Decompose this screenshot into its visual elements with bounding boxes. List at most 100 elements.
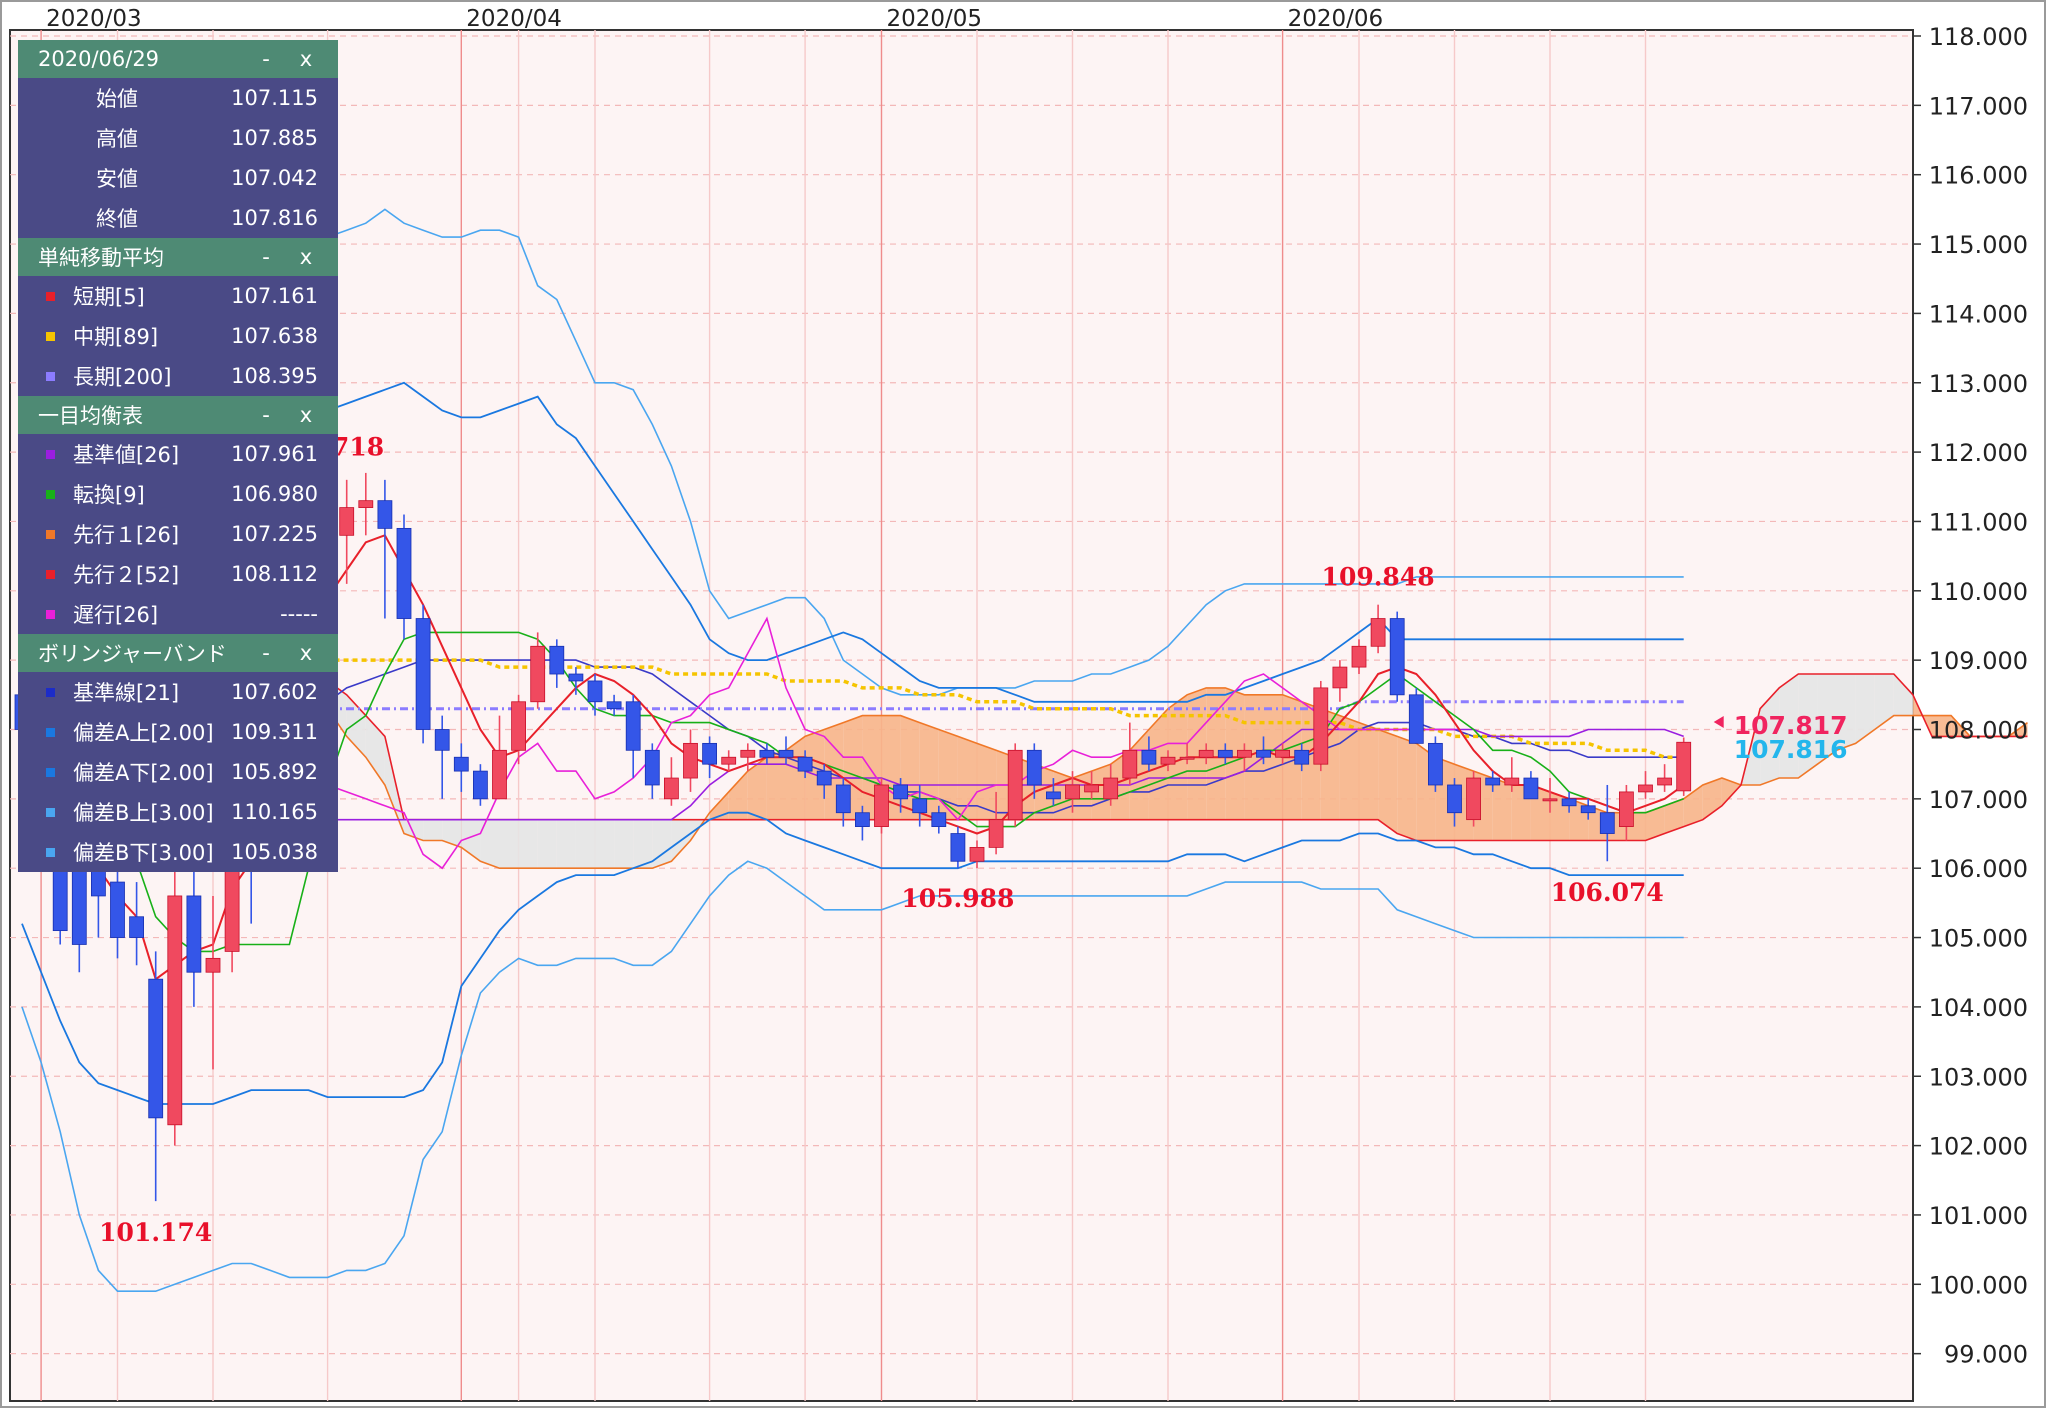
candle-body <box>778 749 794 758</box>
y-tick-label: 103.000 <box>1929 1063 2028 1091</box>
y-tick-label: 102.000 <box>1929 1133 2028 1161</box>
panel-row-label: 転換[9] <box>73 483 145 507</box>
panel-row: 基準値[26] 107.961 <box>18 434 338 474</box>
y-tick-label: 108.000 <box>1929 717 2028 745</box>
panel-row-value: 108.395 <box>231 364 318 388</box>
candle-body <box>969 846 985 862</box>
panel-section-title: 一目均衡表 <box>38 404 143 428</box>
candle-body <box>759 749 775 758</box>
y-tick-label: 111.000 <box>1929 508 2028 536</box>
close-button[interactable]: x <box>286 245 326 269</box>
minimize-button[interactable]: - <box>246 245 286 269</box>
series-color-swatch <box>46 529 55 539</box>
panel-row: 中期[89] 107.638 <box>18 316 338 356</box>
panel-row-value: 107.602 <box>231 680 318 704</box>
candle-body <box>1179 756 1195 760</box>
candle-body <box>1294 749 1310 765</box>
panel-section-header: 単純移動平均 - x <box>18 238 338 276</box>
candle-body <box>1504 777 1520 786</box>
panel-row-value: 107.885 <box>231 126 318 150</box>
info-panel: 2020/06/29- x 始値 107.115 高値 107.885 安値 107.042 終… <box>18 40 338 872</box>
panel-row-value: 106.980 <box>231 482 318 506</box>
cloud-segment <box>1378 729 1398 834</box>
candle-body <box>568 673 584 682</box>
cloud-segment <box>1492 778 1512 841</box>
y-tick-label: 118.000 <box>1929 23 2028 51</box>
candle-body <box>816 770 832 786</box>
panel-section-header: 2020/06/29 - x <box>18 40 338 78</box>
panel-row-value: 110.165 <box>231 800 318 824</box>
cloud-segment <box>766 750 786 820</box>
panel-row-label: 先行２[52] <box>73 563 180 587</box>
panel-row-value: 107.225 <box>231 522 318 546</box>
candle-body <box>721 756 737 765</box>
panel-row-label: 安値 <box>96 167 138 191</box>
candle-body <box>1103 777 1119 800</box>
candle-body <box>1466 777 1481 821</box>
y-tick-label: 101.000 <box>1929 1202 2028 1230</box>
panel-row: 安値 107.042 <box>18 158 338 198</box>
candle-body <box>167 895 183 1126</box>
y-tick-label: 100.000 <box>1929 1271 2028 1299</box>
candle-body <box>874 784 889 827</box>
panel-row-label: 基準線[21] <box>73 681 180 705</box>
cloud-segment <box>556 819 576 869</box>
candle-body <box>664 777 679 800</box>
panel-row: 偏差A下[2.00] 105.892 <box>18 752 338 792</box>
y-tick-label: 117.000 <box>1929 92 2028 120</box>
candle-body <box>205 957 221 973</box>
cloud-segment <box>537 819 557 869</box>
close-button[interactable]: x <box>286 47 326 71</box>
cloud-segment <box>595 819 615 869</box>
cloud-segment <box>575 819 595 869</box>
x-tick-label: 2020/06 <box>1288 6 1384 32</box>
candle-body <box>1580 805 1596 814</box>
panel-row-value: 107.816 <box>231 206 318 230</box>
candle-body <box>377 500 393 529</box>
candle-body <box>186 895 202 973</box>
cloud-segment <box>1359 722 1379 820</box>
x-tick-label: 2020/03 <box>46 6 142 32</box>
candle-body <box>549 645 565 675</box>
minimize-button[interactable]: - <box>246 403 286 427</box>
cloud-segment <box>518 819 538 869</box>
panel-row: 基準線[21] 107.602 <box>18 672 338 712</box>
series-color-swatch <box>46 569 55 579</box>
panel-row: 短期[5] 107.161 <box>18 276 338 316</box>
close-button[interactable]: x <box>286 641 326 665</box>
candle-body <box>835 784 851 814</box>
candle-body <box>893 784 908 800</box>
minimize-button[interactable]: - <box>246 47 286 71</box>
candle-body <box>396 527 412 619</box>
series-color-swatch <box>46 489 55 499</box>
panel-row: 長期[200] 108.395 <box>18 356 338 396</box>
candle-body <box>644 749 660 786</box>
panel-row-label: 高値 <box>96 127 138 151</box>
candle-body <box>1217 749 1233 758</box>
close-button[interactable]: x <box>286 403 326 427</box>
hi-lo-label: 109.848 <box>1322 562 1435 591</box>
candle-body <box>1198 749 1214 758</box>
panel-section-header: 一目均衡表 - x <box>18 396 338 434</box>
candle-body <box>1599 812 1615 834</box>
candle-body <box>683 742 698 779</box>
candle-body <box>1275 749 1290 758</box>
candle-body <box>912 798 928 814</box>
y-tick-label: 113.000 <box>1929 370 2028 398</box>
candle-body <box>740 749 756 758</box>
cloud-segment <box>652 819 672 869</box>
panel-row-label: 遅行[26] <box>73 603 159 627</box>
series-color-swatch <box>46 291 55 301</box>
panel-section-title: ボリンジャーバンド <box>38 642 227 666</box>
y-tick-label: 112.000 <box>1929 439 2028 467</box>
candle-body <box>625 701 641 751</box>
candle-body <box>511 701 527 751</box>
candle-body <box>1619 791 1634 827</box>
candle-body <box>988 819 1004 848</box>
minimize-button[interactable]: - <box>246 641 286 665</box>
candle-body <box>950 833 966 862</box>
panel-row-value: 107.161 <box>231 284 318 308</box>
cloud-segment <box>977 743 997 820</box>
hi-lo-label: 106.074 <box>1551 878 1664 907</box>
panel-row: 偏差B上[3.00] 110.165 <box>18 792 338 832</box>
